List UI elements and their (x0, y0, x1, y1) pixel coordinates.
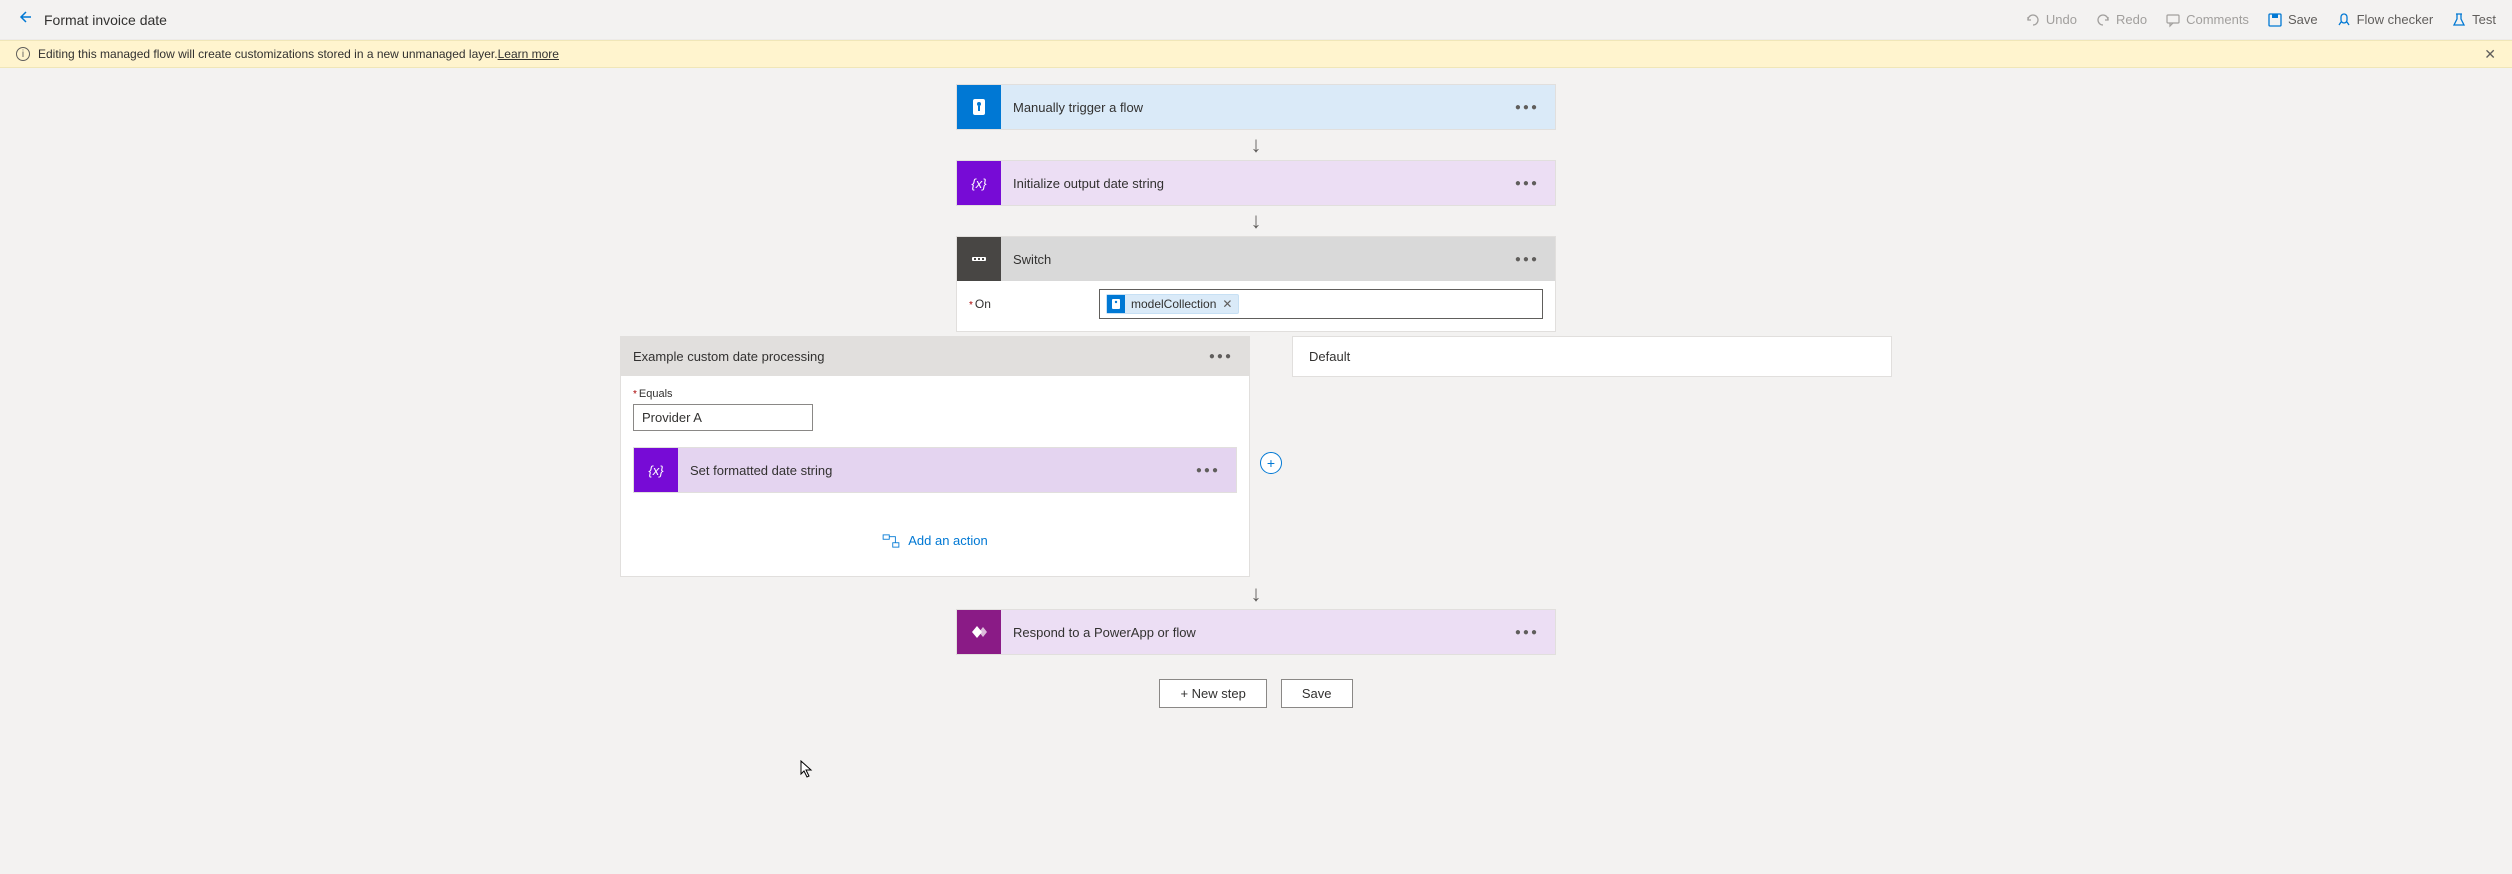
page-title: Format invoice date (44, 12, 167, 28)
flow-checker-button[interactable]: Flow checker (2336, 12, 2434, 28)
add-action-button[interactable]: Add an action (633, 533, 1237, 548)
back-button[interactable] (16, 9, 32, 30)
save-button[interactable]: Save (2267, 12, 2318, 28)
case-header[interactable]: Example custom date processing ●●● (621, 337, 1249, 376)
more-icon[interactable]: ●●● (1511, 250, 1543, 269)
more-icon[interactable]: ●●● (1511, 623, 1543, 642)
comments-button[interactable]: Comments (2165, 12, 2249, 28)
add-case-button[interactable]: + (1260, 452, 1282, 474)
info-icon: i (16, 47, 30, 61)
switch-title: Switch (1001, 252, 1511, 267)
undo-button[interactable]: Undo (2025, 12, 2077, 28)
respond-step[interactable]: Respond to a PowerApp or flow ●●● (956, 609, 1556, 655)
dynamic-token[interactable]: modelCollection ✕ (1106, 294, 1239, 314)
switch-on-input[interactable]: modelCollection ✕ (1099, 289, 1543, 319)
switch-icon (957, 237, 1001, 281)
learn-more-link[interactable]: Learn more (498, 47, 559, 61)
case-title: Example custom date processing (633, 349, 824, 364)
redo-button[interactable]: Redo (2095, 12, 2147, 28)
add-action-label: Add an action (908, 533, 988, 548)
more-icon[interactable]: ●●● (1511, 98, 1543, 117)
switch-case: Example custom date processing ●●● Equal… (620, 336, 1250, 577)
inner-action-title: Set formatted date string (678, 463, 1192, 478)
switch-step[interactable]: Switch ●●● On modelCollection ✕ (956, 236, 1556, 332)
arrow-down-icon: ↓ (1251, 583, 1262, 605)
more-icon[interactable]: ●●● (1205, 347, 1237, 366)
add-action-icon (882, 534, 900, 548)
switch-default[interactable]: Default (1292, 336, 1892, 377)
variable-icon: {x} (634, 448, 678, 492)
trigger-icon (957, 85, 1001, 129)
save-icon (2267, 12, 2283, 28)
flow-checker-label: Flow checker (2357, 12, 2434, 27)
remove-token-icon[interactable]: ✕ (1222, 297, 1232, 311)
token-icon (1107, 295, 1125, 313)
set-variable-step[interactable]: {x} Set formatted date string ●●● (633, 447, 1237, 493)
save-label: Save (2288, 12, 2318, 27)
more-icon[interactable]: ●●● (1511, 174, 1543, 193)
arrow-down-icon: ↓ (1251, 210, 1262, 232)
cursor-icon (800, 760, 814, 783)
equals-label: Equals (633, 388, 1237, 400)
respond-title: Respond to a PowerApp or flow (1001, 625, 1511, 640)
undo-icon (2025, 12, 2041, 28)
trigger-step[interactable]: Manually trigger a flow ●●● (956, 84, 1556, 130)
init-variable-title: Initialize output date string (1001, 176, 1511, 191)
svg-text:{x}: {x} (648, 463, 664, 478)
save-flow-button[interactable]: Save (1281, 679, 1353, 708)
equals-input[interactable]: Provider A (633, 404, 813, 431)
test-label: Test (2472, 12, 2496, 27)
warning-banner: i Editing this managed flow will create … (0, 40, 2512, 68)
new-step-button[interactable]: + New step (1159, 679, 1266, 708)
test-icon (2451, 12, 2467, 28)
comment-icon (2165, 12, 2181, 28)
token-label: modelCollection (1131, 297, 1216, 311)
arrow-down-icon: ↓ (1251, 134, 1262, 156)
undo-label: Undo (2046, 12, 2077, 27)
banner-text: Editing this managed flow will create cu… (38, 47, 498, 61)
powerapps-icon (957, 610, 1001, 654)
comments-label: Comments (2186, 12, 2249, 27)
default-title: Default (1309, 349, 1350, 364)
variable-icon: {x} (957, 161, 1001, 205)
trigger-title: Manually trigger a flow (1001, 100, 1511, 115)
redo-label: Redo (2116, 12, 2147, 27)
flow-checker-icon (2336, 12, 2352, 28)
switch-on-label: On (969, 297, 1099, 311)
test-button[interactable]: Test (2451, 12, 2496, 28)
init-variable-step[interactable]: {x} Initialize output date string ●●● (956, 160, 1556, 206)
close-icon[interactable]: ✕ (2484, 46, 2496, 63)
more-icon[interactable]: ●●● (1192, 461, 1224, 480)
redo-icon (2095, 12, 2111, 28)
svg-text:{x}: {x} (971, 176, 987, 191)
